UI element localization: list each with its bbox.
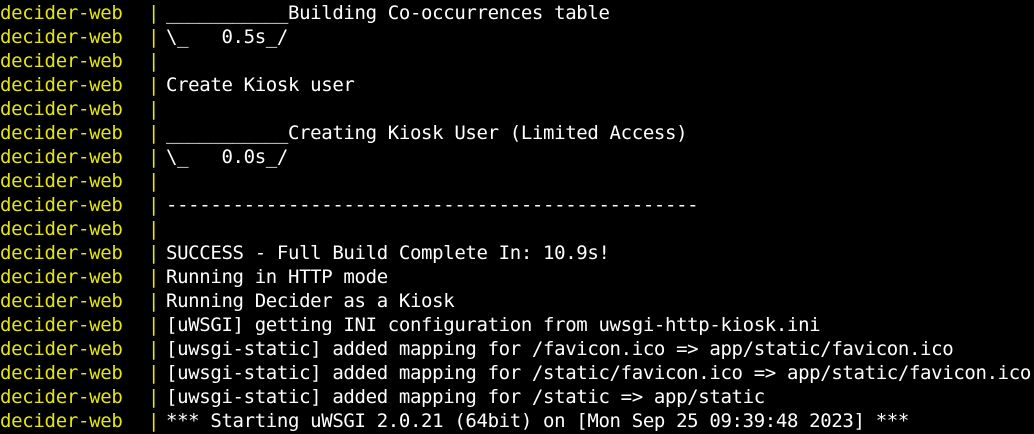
separator: |	[148, 50, 160, 72]
separator: |	[148, 314, 160, 336]
log-message: Running in HTTP mode	[166, 266, 388, 288]
service-name: decider-web	[0, 170, 123, 192]
service-name: decider-web	[0, 26, 123, 48]
service-name: decider-web	[0, 50, 123, 72]
separator: |	[148, 194, 160, 216]
log-line: decider-web | [uwsgi-static] added mapping…	[0, 385, 1034, 409]
service-name: decider-web	[0, 218, 123, 240]
separator: |	[148, 266, 160, 288]
log-line: decider-web | \_ 0.5s_/	[0, 25, 1034, 49]
service-name: decider-web	[0, 74, 123, 96]
separator: |	[148, 410, 160, 432]
service-name: decider-web	[0, 194, 123, 216]
log-message: [uwsgi-static] added mapping for /static…	[166, 386, 765, 408]
service-name: decider-web	[0, 146, 123, 168]
log-message: [uwsgi-static] added mapping for /static…	[166, 362, 1031, 384]
service-name: decider-web	[0, 362, 123, 384]
log-message: \_ 0.0s_/	[166, 146, 288, 168]
log-output: decider-web | ___________Building Co-occur…	[0, 1, 1034, 433]
service-name: decider-web	[0, 122, 123, 144]
log-line: decider-web | SUCCESS - Full Build Complet…	[0, 241, 1034, 265]
separator: |	[148, 98, 160, 120]
log-line: decider-web | [uwsgi-static] added mapping…	[0, 337, 1034, 361]
log-message: ___________Creating Kiosk User (Limited …	[166, 122, 688, 144]
log-line: decider-web | Create Kiosk user	[0, 73, 1034, 97]
separator: |	[148, 218, 160, 240]
separator: |	[148, 338, 160, 360]
log-message: *** Starting uWSGI 2.0.21 (64bit) on [Mo…	[166, 410, 909, 432]
log-line: decider-web | Running in HTTP mode	[0, 265, 1034, 289]
service-name: decider-web	[0, 338, 123, 360]
service-name: decider-web	[0, 242, 123, 264]
separator: |	[148, 74, 160, 96]
separator: |	[148, 170, 160, 192]
log-message: ___________Building Co-occurrences table	[166, 2, 610, 24]
separator: |	[148, 242, 160, 264]
log-line: decider-web | [uWSGI] getting INI configur…	[0, 313, 1034, 337]
log-message: \_ 0.5s_/	[166, 26, 288, 48]
log-line: decider-web | Running Decider as a Kiosk	[0, 289, 1034, 313]
separator: |	[148, 146, 160, 168]
service-name: decider-web	[0, 314, 123, 336]
log-message: SUCCESS - Full Build Complete In: 10.9s!	[166, 242, 610, 264]
log-line: decider-web | ----------------------------…	[0, 193, 1034, 217]
service-name: decider-web	[0, 386, 123, 408]
log-line: decider-web |	[0, 49, 1034, 73]
separator: |	[148, 2, 160, 24]
service-name: decider-web	[0, 2, 123, 24]
separator: |	[148, 386, 160, 408]
log-line: decider-web | \_ 0.0s_/	[0, 145, 1034, 169]
log-message: Create Kiosk user	[166, 74, 355, 96]
separator: |	[148, 26, 160, 48]
separator: |	[148, 362, 160, 384]
log-message: Running Decider as a Kiosk	[166, 290, 455, 312]
log-line: decider-web | ___________Creating Kiosk Us…	[0, 121, 1034, 145]
log-line: decider-web | *** Starting uWSGI 2.0.21 (6…	[0, 409, 1034, 433]
log-line: decider-web | [uwsgi-static] added mapping…	[0, 361, 1034, 385]
service-name: decider-web	[0, 410, 123, 432]
log-message: [uWSGI] getting INI configuration from u…	[166, 314, 821, 336]
separator: |	[148, 290, 160, 312]
separator: |	[148, 122, 160, 144]
log-message: [uwsgi-static] added mapping for /favico…	[166, 338, 954, 360]
service-name: decider-web	[0, 98, 123, 120]
service-name: decider-web	[0, 266, 123, 288]
log-line: decider-web |	[0, 217, 1034, 241]
service-name: decider-web	[0, 290, 123, 312]
terminal-window[interactable]: decider-web | ___________Building Co-occur…	[0, 0, 1034, 434]
log-message: ----------------------------------------…	[166, 194, 699, 216]
log-line: decider-web |	[0, 97, 1034, 121]
log-line: decider-web |	[0, 169, 1034, 193]
log-line: decider-web | ___________Building Co-occur…	[0, 1, 1034, 25]
